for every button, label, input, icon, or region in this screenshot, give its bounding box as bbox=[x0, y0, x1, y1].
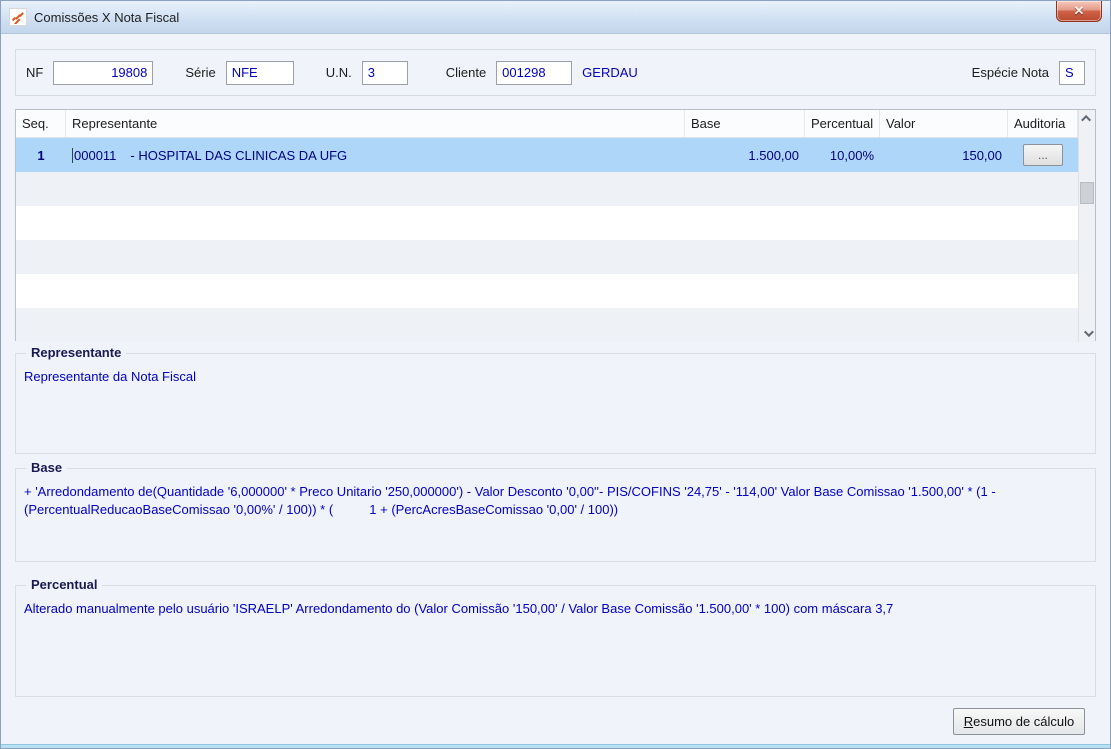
cell-representante[interactable]: 000011 - HOSPITAL DAS CLINICAS DA UFG bbox=[66, 147, 685, 163]
percentual-formula-text: Alterado manualmente pelo usuário 'ISRAE… bbox=[24, 601, 894, 616]
close-button[interactable]: ✕ bbox=[1056, 1, 1102, 22]
scroll-down-icon[interactable] bbox=[1079, 325, 1095, 342]
cell-seq: 1 bbox=[37, 147, 45, 163]
auditoria-ellipsis-button[interactable]: ... bbox=[1023, 144, 1063, 166]
representante-code[interactable]: 000011 bbox=[72, 147, 116, 163]
representante-group-text: Representante da Nota Fiscal bbox=[24, 369, 196, 384]
grid-empty-row[interactable] bbox=[16, 206, 1078, 240]
representante-name: - HOSPITAL DAS CLINICAS DA UFG bbox=[130, 147, 348, 163]
grid-empty-row[interactable] bbox=[16, 172, 1078, 206]
representante-groupbox: Representante Representante da Nota Fisc… bbox=[15, 345, 1096, 454]
base-group-title: Base bbox=[26, 460, 68, 475]
cell-valor: 150,00 bbox=[962, 147, 1002, 163]
cliente-name-text: GERDAU bbox=[582, 65, 638, 80]
col-header-percentual[interactable]: Percentual bbox=[805, 110, 880, 137]
title-bar[interactable]: Comissões X Nota Fiscal ✕ bbox=[1, 1, 1110, 34]
base-groupbox: Base + 'Arredondamento de(Quantidade '6,… bbox=[15, 460, 1096, 562]
representante-group-title: Representante bbox=[26, 345, 127, 360]
nf-input[interactable] bbox=[53, 60, 154, 85]
especie-nota-label: Espécie Nota bbox=[971, 65, 1049, 80]
especie-nota-input[interactable] bbox=[1059, 60, 1085, 85]
especie-field-group: Espécie Nota bbox=[971, 60, 1085, 85]
nf-label: NF bbox=[26, 65, 44, 80]
grid-header-row: Seq. Representante Base Percentual Valor… bbox=[16, 110, 1078, 138]
col-header-representante[interactable]: Representante bbox=[66, 110, 685, 137]
cliente-input[interactable] bbox=[496, 60, 573, 85]
resumo-accel-letter: R bbox=[963, 714, 974, 729]
window-bottom-border bbox=[1, 744, 1110, 748]
grid-empty-row[interactable] bbox=[16, 240, 1078, 274]
col-header-base[interactable]: Base bbox=[685, 110, 805, 137]
grid-empty-row[interactable] bbox=[16, 308, 1078, 342]
col-header-auditoria[interactable]: Auditoria bbox=[1008, 110, 1078, 137]
cell-base: 1.500,00 bbox=[748, 147, 799, 163]
serie-input[interactable] bbox=[225, 60, 294, 85]
serie-label: Série bbox=[185, 65, 216, 80]
nf-field-group: NF bbox=[26, 60, 154, 85]
comissoes-window: Comissões X Nota Fiscal ✕ NF Série U.N. … bbox=[0, 0, 1111, 749]
cell-auditoria: ... bbox=[1008, 144, 1078, 166]
un-field-group: U.N. bbox=[325, 60, 408, 85]
grid-empty-row[interactable] bbox=[16, 274, 1078, 308]
resumo-label-rest: esumo de cálculo bbox=[973, 714, 1075, 729]
percentual-group-title: Percentual bbox=[26, 577, 103, 592]
scroll-up-icon[interactable] bbox=[1079, 110, 1095, 127]
scrollbar-thumb[interactable] bbox=[1080, 182, 1094, 204]
col-header-seq[interactable]: Seq. bbox=[16, 110, 66, 137]
percentual-groupbox: Percentual Alterado manualmente pelo usu… bbox=[15, 577, 1096, 697]
app-icon bbox=[9, 8, 27, 26]
base-formula-text: + 'Arredondamento de(Quantidade '6,00000… bbox=[24, 484, 1000, 517]
grid-vertical-scrollbar[interactable] bbox=[1078, 110, 1095, 342]
header-form-panel: NF Série U.N. Cliente GERDAU Espécie Not… bbox=[15, 49, 1096, 96]
un-label: U.N. bbox=[325, 65, 352, 80]
cliente-field-group: Cliente GERDAU bbox=[445, 60, 638, 85]
grid-row-selected[interactable]: 1 000011 - HOSPITAL DAS CLINICAS DA UFG … bbox=[16, 138, 1078, 172]
un-input[interactable] bbox=[361, 60, 408, 85]
cell-percentual: 10,00% bbox=[829, 147, 874, 163]
col-header-valor[interactable]: Valor bbox=[880, 110, 1008, 137]
window-title: Comissões X Nota Fiscal bbox=[34, 9, 180, 25]
serie-field-group: Série bbox=[185, 60, 294, 85]
resumo-de-calculo-button[interactable]: Resumo de cálculo bbox=[953, 708, 1085, 735]
commissions-grid: Seq. Representante Base Percentual Valor… bbox=[15, 109, 1096, 342]
cliente-label: Cliente bbox=[445, 65, 487, 80]
